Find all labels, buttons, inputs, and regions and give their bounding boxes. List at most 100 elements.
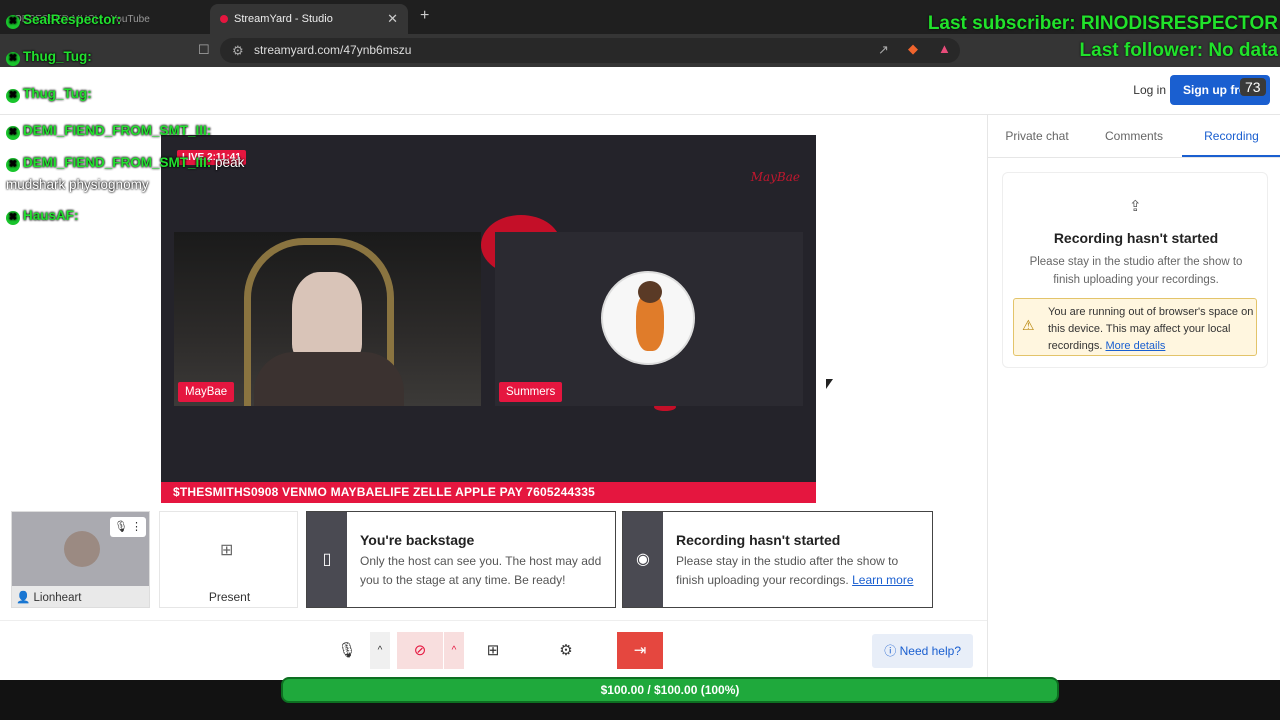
screen-share-icon: ⊞ [486,642,500,659]
self-name-label: 👤 Lionheart [16,590,82,604]
chat-username: Thug_Tug: [23,49,92,64]
more-details-link[interactable]: More details [1105,340,1165,352]
control-bar: 🎙 ^ ⊘ ^ ⊞ ⚙ ⇥ ⓘ Need help? [0,620,987,680]
tabs-divider [988,157,1280,158]
record-dot-icon [220,15,228,23]
bookmark-icon[interactable]: ☐ [198,42,210,58]
stage-ticker-banner: $THESMITHS0908 VENMO MAYBAELIFE ZELLE AP… [161,482,816,503]
backstage-description: Only the host can see you. The host may … [360,554,602,587]
need-help-label: Need help? [899,644,961,658]
recording-description: Please stay in the studio after the show… [1029,256,1243,286]
warning-text: You are running out of browser's space o… [1048,304,1256,355]
broadcast-stage: LIVE 2:11:41 MayBae MayBae Summers $THES… [161,135,816,503]
badge-icon: ✖ [6,211,20,225]
leave-studio-button[interactable]: ⇥ [617,632,663,669]
self-tile-controls[interactable]: 🎙 ⋮ [110,517,146,537]
tab-recording[interactable]: Recording [1182,115,1280,157]
last-subscriber-banner: Last subscriber: RINODISRESPECTOR [927,13,1278,34]
camera-off-button[interactable]: ⊘ [397,632,443,669]
browser-tab-streamyard[interactable]: StreamYard - Studio ✕ [210,4,408,34]
storage-warning: ⚠ You are running out of browser's space… [1013,298,1257,356]
stage-logo: MayBae [750,170,800,184]
self-face [64,531,100,567]
chat-text: mudshark physiognomy [6,177,149,192]
cockroach-avatar [601,271,695,365]
camera-options-chevron-icon[interactable]: ^ [444,632,464,669]
chat-text: peak [215,155,245,170]
chat-message: ✖ Thug_Tug: [6,49,92,66]
site-info-icon[interactable]: ⚙ [232,38,244,63]
person-silhouette [292,272,362,362]
present-screen-icon: ⊞ [220,542,234,559]
backstage-title: You're backstage [360,532,475,548]
viewer-count-badge: 73 [1240,78,1266,96]
share-icon[interactable]: ↗ [878,42,889,58]
chat-username: HausAF: [23,208,79,223]
help-icon: ⓘ [884,644,897,658]
chat-message: ✖ Thug_Tug: [6,86,92,103]
participant-name-tag: Summers [499,382,563,402]
brave-rewards-icon[interactable]: ▲ [938,41,951,56]
mic-options-chevron-icon[interactable]: ^ [370,632,390,669]
chat-message: mudshark physiognomy [6,177,149,192]
chat-message: ✖ DEMI_FIEND_FROM_SMT_III: peak [6,155,244,172]
gear-icon: ⚙ [559,642,573,659]
record-icon: ◉ [623,512,663,607]
badge-icon: ✖ [6,15,20,29]
warning-icon: ⚠ [1022,317,1035,333]
brave-shield-icon[interactable]: ◆ [908,41,918,57]
recording-status-title: Recording hasn't started [676,532,841,548]
mic-icon: 🎙 [337,642,357,659]
donation-goal-bar: $100.00 / $100.00 (100%) [281,677,1059,703]
url-text: streamyard.com/47ynb6mszu [254,43,412,57]
more-options-icon[interactable]: ⋮ [131,521,142,533]
app-header: Log in Sign up free [0,67,1280,115]
share-screen-button[interactable]: ⊞ [476,632,510,669]
chat-username: SealRespector: [23,12,122,27]
close-tab-icon[interactable]: ✕ [387,11,398,27]
self-camera-tile[interactable]: 🎙 ⋮ 👤 Lionheart [11,511,150,608]
chat-message: ✖ SealRespector: [6,12,121,29]
recording-title: Recording hasn't started [1053,230,1219,246]
last-follower-banner: Last follower: No data [1079,40,1278,61]
chat-username: DEMI_FIEND_FROM_SMT_III: [23,123,212,138]
learn-more-link[interactable]: Learn more [852,573,913,587]
right-panel: Private chat Comments Recording ⇪ Record… [987,115,1280,680]
new-tab-icon[interactable]: + [420,7,429,25]
badge-icon: ✖ [6,89,20,103]
participant-name-tag: MayBae [178,382,235,402]
mouse-cursor-icon [826,379,833,389]
exit-icon: ⇥ [633,642,647,659]
participant-tile-summers[interactable]: Summers [495,232,803,406]
login-link[interactable]: Log in [1133,83,1166,97]
chat-username: Thug_Tug: [23,86,92,101]
chat-message: ✖ HausAF: [6,208,79,225]
need-help-button[interactable]: ⓘ Need help? [872,634,973,668]
upload-icon: ⇪ [1129,198,1142,215]
recording-card: ⇪ Recording hasn't started Please stay i… [1002,172,1268,368]
tab-comments[interactable]: Comments [1086,115,1182,157]
badge-icon: ✖ [6,126,20,140]
recording-status-card: ◉ Recording hasn't started Please stay i… [622,511,933,608]
present-label: Present [208,590,251,604]
backstage-card: ▯ You're backstage Only the host can see… [306,511,616,608]
chat-message: ✖ DEMI_FIEND_FROM_SMT_III: [6,123,211,140]
settings-button[interactable]: ⚙ [549,632,583,669]
mic-icon[interactable]: 🎙 [114,521,128,533]
recording-status-text: Please stay in the studio after the show… [676,552,926,590]
cockroach-head [638,281,662,303]
self-name: Lionheart [33,592,82,604]
badge-icon: ✖ [6,158,20,172]
present-button[interactable]: ⊞ Present [159,511,298,608]
camera-off-icon: ⊘ [413,642,427,659]
badge-icon: ✖ [6,52,20,66]
streamyard-tab-title: StreamYard - Studio [234,13,333,25]
url-field[interactable]: ⚙ streamyard.com/47ynb6mszu [220,38,960,63]
person-icon: 👤 [16,592,31,604]
chat-username: DEMI_FIEND_FROM_SMT_III: [23,155,212,170]
participant-tile-maybae[interactable]: MayBae [174,232,481,406]
donation-goal-text: $100.00 / $100.00 (100%) [600,683,740,697]
door-icon: ▯ [307,512,347,607]
microphone-button[interactable]: 🎙 [330,632,364,669]
tab-private-chat[interactable]: Private chat [988,115,1086,157]
